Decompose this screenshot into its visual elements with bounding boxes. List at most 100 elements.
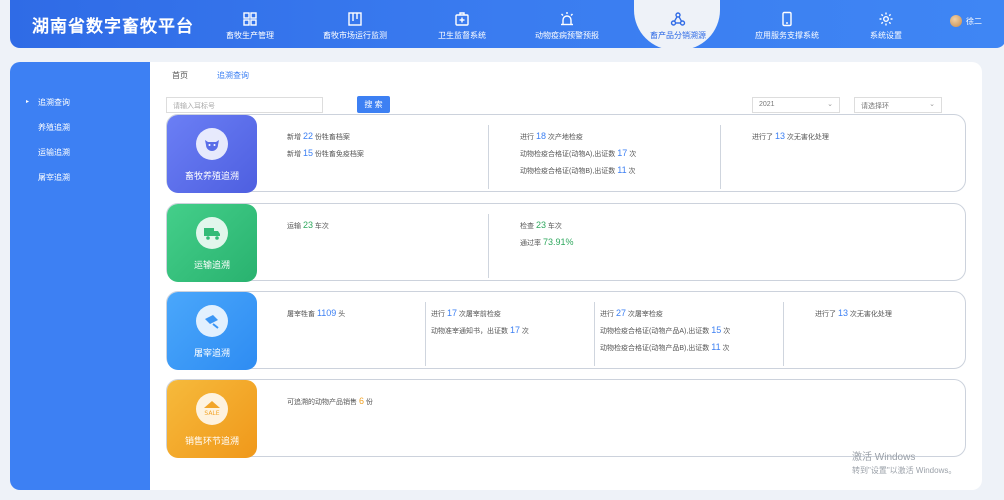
- stat-line: 进行 18 次产地检疫: [520, 131, 583, 141]
- windows-activation-watermark: 激活 Windows 转到"设置"以激活 Windows。: [852, 448, 956, 476]
- avatar: [950, 15, 962, 27]
- transport-trace-card: 运输追溯 运输 23 车次 检查 23 车次 通过率 73.91%: [166, 203, 966, 282]
- slaughter-trace-tile[interactable]: 屠宰追溯: [167, 292, 257, 370]
- stat-line: 动物检疫合格证(动物A),出证数 17 次: [520, 148, 637, 158]
- cleaver-icon: [196, 305, 228, 337]
- stat-line: 进行了 13 次无害化处理: [752, 131, 829, 141]
- ear-tag-search-input[interactable]: 请输入耳标号: [166, 97, 323, 113]
- sidebar-item-slaughter-trace[interactable]: 屠宰追溯: [38, 172, 70, 183]
- sidebar-item-trace-query[interactable]: ▸ 追溯查询: [26, 97, 70, 108]
- stat-value: 11: [617, 165, 627, 175]
- user-menu[interactable]: 徐二: [950, 15, 982, 27]
- sidebar-item-label: 养殖追溯: [38, 123, 70, 132]
- stat-value: 22: [302, 131, 313, 141]
- column-divider: [594, 302, 595, 366]
- stat-value: 73.91%: [542, 237, 574, 247]
- stat-line: 通过率 73.91%: [520, 237, 574, 247]
- stat-line: 动物检疫合格证(动物产品B),出证数 11 次: [600, 342, 730, 352]
- search-button[interactable]: 搜 索: [357, 96, 390, 113]
- breadcrumb-current: 追溯查询: [217, 71, 249, 80]
- main-content: 首页 追溯查询 请输入耳标号 搜 索 2021 ⌄ 请选择环 ⌄ 畜牧养殖追溯 新增…: [150, 62, 982, 490]
- watermark-subtitle: 转到"设置"以激活 Windows。: [852, 466, 957, 475]
- gear-icon: [878, 11, 894, 27]
- phone-icon: [779, 11, 795, 27]
- column-divider: [720, 125, 721, 189]
- sale-tag-icon: SALE: [196, 393, 228, 425]
- nav-label: 畜牧生产管理: [226, 31, 274, 40]
- stat-line: 进行 27 次屠宰检疫: [600, 308, 663, 318]
- alarm-icon: [559, 11, 575, 27]
- stat-line: 进行 17 次屠宰前检疫: [431, 308, 501, 318]
- stat-value: 17: [509, 325, 520, 335]
- stat-value: 17: [617, 148, 628, 158]
- stat-line: 检查 23 车次: [520, 220, 562, 230]
- sidebar-item-breeding-trace[interactable]: 养殖追溯: [38, 122, 70, 133]
- slaughter-trace-card: 屠宰追溯 屠宰牲畜 1109 头 进行 17 次屠宰前检疫 动物准宰通知书，出证…: [166, 291, 966, 370]
- year-select-value: 2021: [759, 101, 775, 108]
- stat-line: 动物准宰通知书，出证数 17 次: [431, 325, 529, 335]
- nav-livestock-production[interactable]: 畜牧生产管理: [222, 0, 278, 48]
- user-name: 徐二: [966, 16, 982, 26]
- livestock-icon: [196, 128, 228, 160]
- breeding-trace-tile[interactable]: 畜牧养殖追溯: [167, 115, 257, 193]
- stat-value: 23: [302, 220, 313, 230]
- sidebar-item-transport-trace[interactable]: 运输追溯: [38, 147, 70, 158]
- nav-market-monitoring[interactable]: 畜牧市场运行监测: [320, 0, 390, 48]
- nav-label: 畜产品分销溯源: [650, 31, 706, 40]
- sidebar: ▸ 追溯查询 养殖追溯 运输追溯 屠宰追溯: [10, 62, 150, 490]
- nav-label: 卫生监督系统: [438, 31, 486, 40]
- nav-system-settings[interactable]: 系统设置: [866, 0, 906, 48]
- grid-icon: [242, 11, 258, 27]
- stat-value: 13: [774, 131, 785, 141]
- truck-icon: [196, 217, 228, 249]
- step-select[interactable]: 请选择环 ⌄: [854, 97, 942, 113]
- breeding-trace-card: 畜牧养殖追溯 新增 22 份牲畜档案 新增 15 份牲畜免疫档案 进行 18 次…: [166, 114, 966, 193]
- tile-title: 销售环节追溯: [184, 436, 239, 446]
- nav-app-services[interactable]: 应用服务支撑系统: [752, 0, 822, 48]
- tile-title: 畜牧养殖追溯: [184, 171, 239, 181]
- nav-label: 畜牧市场运行监测: [323, 31, 387, 40]
- nav-label: 动物疫病预警预报: [535, 31, 599, 40]
- transport-trace-tile[interactable]: 运输追溯: [167, 204, 257, 282]
- stat-value: 18: [535, 131, 546, 141]
- nav-label: 系统设置: [870, 31, 902, 40]
- tile-title: 屠宰追溯: [193, 348, 230, 358]
- svg-text:SALE: SALE: [204, 410, 219, 417]
- medkit-icon: [454, 11, 470, 27]
- stat-line: 可追溯的动物产品销售 6 份: [287, 396, 373, 406]
- column-divider: [488, 214, 489, 278]
- stat-value: 1109: [316, 308, 337, 318]
- stat-line: 动物检疫合格证(动物B),出证数 11 次: [520, 165, 636, 175]
- chevron-down-icon: ⌄: [929, 101, 935, 108]
- stat-line: 进行了 13 次无害化处理: [815, 308, 892, 318]
- platform-title: 湖南省数字畜牧平台: [32, 17, 194, 36]
- stat-value: 11: [711, 342, 721, 352]
- stat-value: 15: [711, 325, 722, 335]
- nav-distribution-traceability[interactable]: 畜产品分销溯源: [634, 0, 720, 50]
- stat-line: 新增 15 份牲畜免疫档案: [287, 148, 364, 158]
- watermark-title: 激活 Windows: [852, 452, 916, 463]
- nav-epidemic-warning[interactable]: 动物疫病预警预报: [532, 0, 602, 48]
- sidebar-item-label: 运输追溯: [38, 148, 70, 157]
- stat-value: 13: [837, 308, 848, 318]
- caret-right-icon: ▸: [26, 99, 30, 105]
- chevron-down-icon: ⌄: [827, 101, 833, 108]
- board-icon: [347, 11, 363, 27]
- stat-line: 新增 22 份牲畜档案: [287, 131, 350, 141]
- stat-value: 17: [446, 308, 457, 318]
- column-divider: [783, 302, 784, 366]
- network-icon: [670, 11, 686, 27]
- step-select-placeholder: 请选择环: [861, 103, 889, 110]
- sales-trace-tile[interactable]: SALE 销售环节追溯: [167, 380, 257, 458]
- column-divider: [425, 302, 426, 366]
- tile-title: 运输追溯: [193, 260, 230, 270]
- nav-label: 应用服务支撑系统: [755, 31, 819, 40]
- breadcrumb-home[interactable]: 首页: [172, 70, 188, 81]
- nav-health-supervision[interactable]: 卫生监督系统: [434, 0, 490, 48]
- year-select[interactable]: 2021 ⌄: [752, 97, 840, 113]
- stat-value: 6: [358, 396, 364, 406]
- stat-value: 23: [535, 220, 546, 230]
- column-divider: [488, 125, 489, 189]
- sidebar-item-label: 追溯查询: [38, 98, 70, 107]
- stat-value: 27: [615, 308, 626, 318]
